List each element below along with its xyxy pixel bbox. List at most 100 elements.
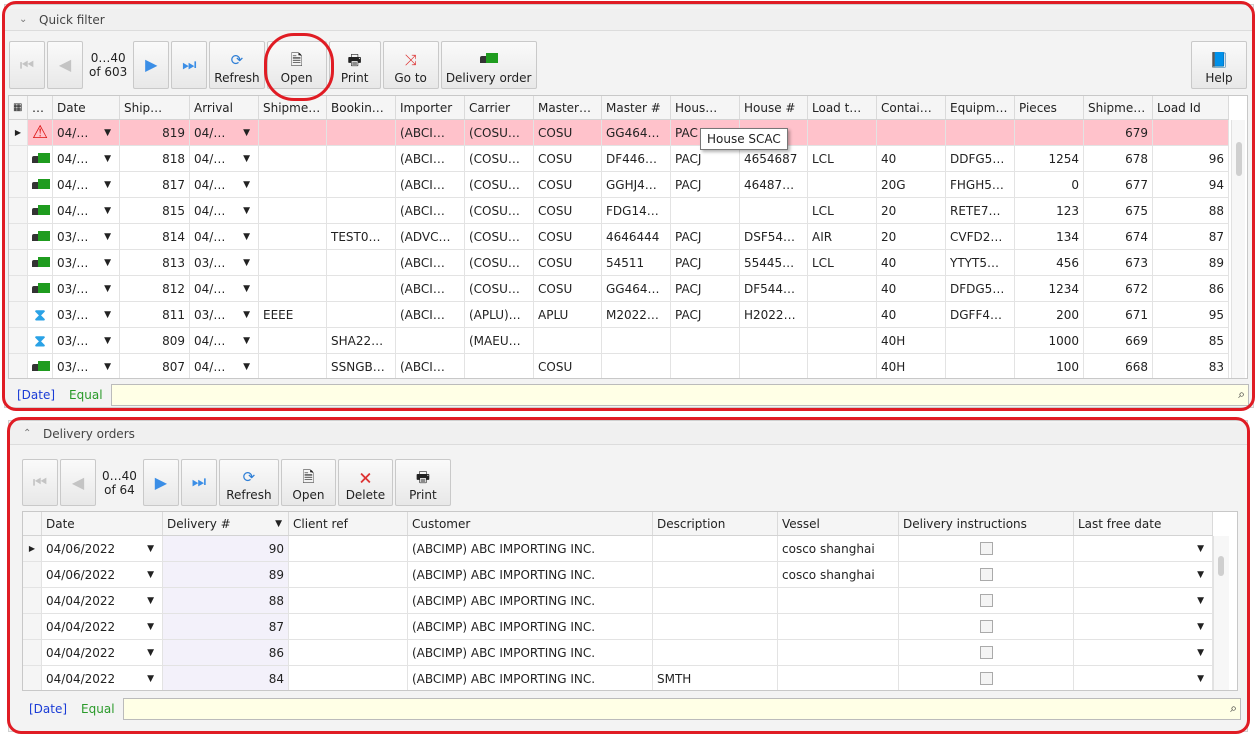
row-indicator[interactable] [23,614,42,639]
dropdown-arrow-icon[interactable]: ▼ [1197,570,1204,580]
dropdown-arrow-icon[interactable]: ▼ [1197,674,1204,684]
delivery-instructions-checkbox[interactable] [979,620,993,633]
dropdown-arrow-icon[interactable]: ▼ [1197,648,1204,658]
column-header[interactable]: Customer [408,512,653,535]
cell-arrival[interactable]: 04/… ▼ [190,172,259,197]
dropdown-arrow-icon[interactable]: ▼ [243,232,250,242]
table-row[interactable]: 04/06/2022 ▼ 89 (ABCIMP) ABC IMPORTING INC.… [23,562,1213,588]
column-header[interactable]: Carrier [465,96,534,119]
row-indicator[interactable] [9,276,28,301]
column-header[interactable]: Bookin… [327,96,396,119]
row-indicator[interactable] [9,146,28,171]
row-indicator[interactable] [23,562,42,587]
quick-filter-header[interactable]: ⌄ Quick filter [5,9,1253,31]
search-icon[interactable]: ⌕ [1238,387,1245,402]
column-header[interactable]: Shipme… [259,96,327,119]
row-indicator[interactable] [9,172,28,197]
column-header[interactable]: … [28,96,53,119]
cell-arrival[interactable]: 03/… ▼ [190,250,259,275]
column-header[interactable]: Description [653,512,778,535]
row-indicator[interactable] [9,328,28,353]
filter-operator[interactable]: Equal [61,388,111,402]
cell-arrival[interactable]: 04/… ▼ [190,146,259,171]
dropdown-arrow-icon[interactable]: ▼ [104,206,111,216]
dropdown-arrow-icon[interactable]: ▼ [104,284,111,294]
dropdown-arrow-icon[interactable]: ▼ [1197,622,1204,632]
row-indicator[interactable] [9,250,28,275]
print-button[interactable]: 🖶 Print [328,41,381,89]
delivery-instructions-checkbox[interactable] [979,672,993,685]
dropdown-arrow-icon[interactable]: ▼ [147,674,154,684]
cell-lfd[interactable]: ▼ [1074,536,1213,561]
column-header[interactable]: Shipme… [1084,96,1153,119]
cell-arrival[interactable]: 04/… ▼ [190,328,259,353]
table-row[interactable]: 03/… ▼ 814 04/… ▼ TEST0… (ADVC… (COSU… COSU 46464… [9,224,1229,250]
dropdown-arrow-icon[interactable]: ▼ [104,310,111,320]
table-row[interactable]: 04/… ▼ 815 04/… ▼ (ABCI… (COSU… COSU FDG14… LCL 20… [9,198,1229,224]
dropdown-arrow-icon[interactable]: ▼ [243,180,250,190]
delivery-instructions-checkbox[interactable] [979,646,993,659]
table-row[interactable]: ⧗ 03/… ▼ 809 04/… ▼ SHA22… (MAEU… 40H 1000 669 85 [9,328,1229,354]
last-page-button[interactable]: ⏭ [180,459,217,506]
dropdown-arrow-icon[interactable]: ▼ [147,596,154,606]
table-row[interactable]: ⧗ 03/… ▼ 811 03/… ▼ EEEE (ABCI… (APLU)… APLU M2022… [9,302,1229,328]
cell-instr[interactable] [899,536,1074,561]
table-row[interactable]: ▶ ⚠ 04/… ▼ 819 04/… ▼ (ABCI… (COSU… COSU GG464… PAC… [9,120,1229,146]
last-page-button[interactable]: ⏭ [171,41,208,89]
dropdown-arrow-icon[interactable]: ▼ [1197,596,1204,606]
filter-field[interactable]: [Date] [23,702,73,716]
cell-lfd[interactable]: ▼ [1074,640,1213,665]
filter-field[interactable]: [Date] [11,388,61,402]
row-indicator[interactable] [23,588,42,613]
dropdown-arrow-icon[interactable]: ▼ [1197,544,1204,554]
cell-lfd[interactable]: ▼ [1074,666,1213,690]
table-row[interactable]: 04/04/2022 ▼ 86 (ABCIMP) ABC IMPORTING INC.… [23,640,1213,666]
column-header[interactable]: Equipm… [946,96,1015,119]
cell-arrival[interactable]: 04/… ▼ [190,120,259,145]
column-chooser[interactable]: ▦ [9,96,28,119]
column-header[interactable]: Contai… [877,96,946,119]
cell-date[interactable]: 04/04/2022 ▼ [42,614,163,639]
open-button[interactable]: 🗎 Open [280,459,336,506]
dropdown-arrow-icon[interactable]: ▼ [243,206,250,216]
row-indicator[interactable] [9,302,28,327]
dropdown-arrow-icon[interactable]: ▼ [104,180,111,190]
row-indicator[interactable] [23,666,42,690]
next-page-button[interactable]: ▶ [133,41,170,89]
cell-date[interactable]: 03/… ▼ [53,354,120,378]
column-header[interactable]: Delivery instructions [899,512,1074,535]
prev-page-button[interactable]: ◀ [47,41,83,89]
cell-date[interactable]: 03/… ▼ [53,302,120,327]
next-page-button[interactable]: ▶ [142,459,179,506]
dropdown-arrow-icon[interactable]: ▼ [243,310,250,320]
filter-input[interactable]: ⌕ [110,384,1249,406]
refresh-button[interactable]: ⟳ Refresh [218,459,279,506]
column-header[interactable]: House # [740,96,808,119]
column-header[interactable]: Master # [602,96,671,119]
open-button[interactable]: 🗎 Open [266,41,327,89]
row-indicator[interactable] [23,640,42,665]
row-indicator[interactable] [9,354,28,378]
cell-arrival[interactable]: 04/… ▼ [190,224,259,249]
delivery-orders-header[interactable]: ⌃ Delivery orders [9,423,1247,445]
cell-instr[interactable] [899,614,1074,639]
cell-instr[interactable] [899,640,1074,665]
cell-date[interactable]: 04/… ▼ [53,146,120,171]
column-header[interactable]: Delivery # ▼ [163,512,289,535]
dropdown-arrow-icon[interactable]: ▼ [147,648,154,658]
column-header[interactable]: Date [53,96,120,119]
print-button[interactable]: 🖶 Print [394,459,451,506]
refresh-button[interactable]: ⟳ Refresh [209,41,265,89]
first-page-button[interactable]: ⏮ [9,41,45,89]
column-header[interactable]: Pieces [1015,96,1084,119]
dropdown-arrow-icon[interactable]: ▼ [243,128,250,138]
cell-date[interactable]: 03/… ▼ [53,224,120,249]
dropdown-arrow-icon[interactable]: ▼ [104,362,111,372]
cell-date[interactable]: 04/06/2022 ▼ [42,536,163,561]
cell-date[interactable]: 04/04/2022 ▼ [42,588,163,613]
cell-lfd[interactable]: ▼ [1074,614,1213,639]
dropdown-arrow-icon[interactable]: ▼ [104,258,111,268]
delivery-instructions-checkbox[interactable] [979,568,993,581]
dropdown-arrow-icon[interactable]: ▼ [243,258,250,268]
dropdown-arrow-icon[interactable]: ▼ [243,154,250,164]
